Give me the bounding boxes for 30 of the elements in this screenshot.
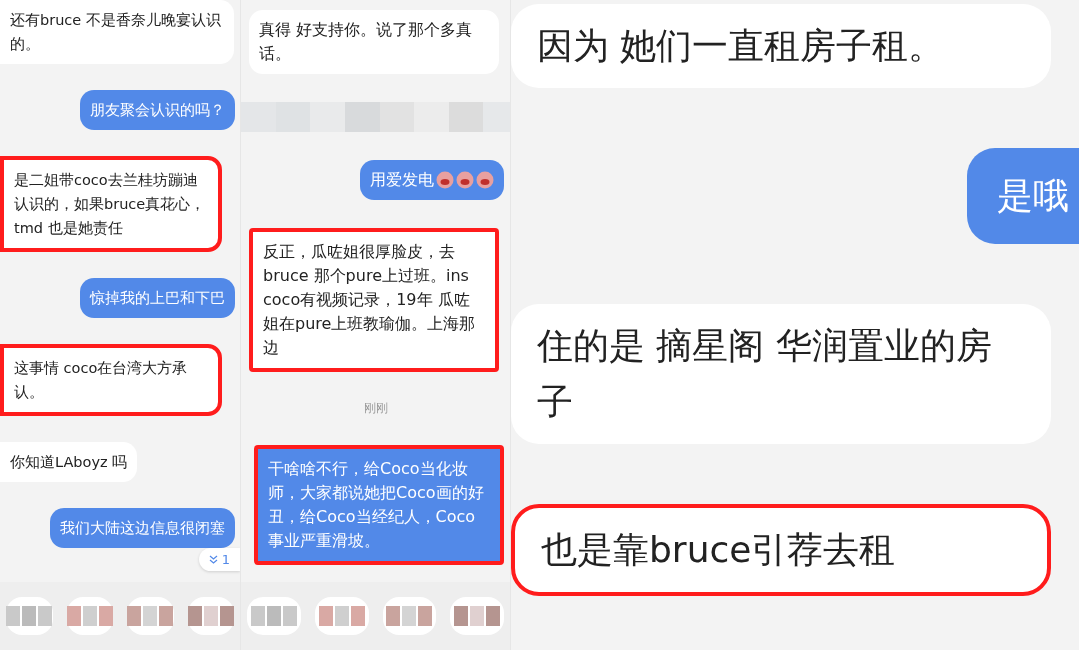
blurred-chip[interactable]: [187, 597, 234, 635]
double-chevron-icon: [208, 555, 218, 564]
highlighted-message-bubble: 干啥啥不行，给Coco当化妆师，大家都说她把Coco画的好丑，给Coco当经纪人，Coco事业严重滑坡。: [254, 445, 504, 565]
highlighted-message-bubble: 也是靠bruce引荐去租: [511, 504, 1051, 596]
blurred-chip[interactable]: [6, 597, 53, 635]
blurred-chip[interactable]: [314, 597, 369, 635]
message-bubble: 因为 她们一直租房子租。: [511, 4, 1051, 88]
message-bubble: 还有bruce 不是香奈儿晚宴认识的。: [0, 0, 234, 64]
emoji-icon: [436, 171, 454, 189]
message-bubble: 用爱发电: [360, 160, 504, 200]
blurred-chip[interactable]: [127, 597, 174, 635]
message-bubble: 是哦: [967, 148, 1079, 244]
blurred-chip[interactable]: [450, 597, 504, 635]
blurred-chip[interactable]: [247, 597, 301, 635]
emoji-icon: [456, 171, 474, 189]
unread-count: 1: [221, 552, 230, 567]
highlighted-message-bubble: 这事情 coco在台湾大方承认。: [0, 344, 222, 416]
blurred-chip[interactable]: [66, 597, 113, 635]
timestamp: 刚刚: [363, 400, 388, 417]
message-bubble: 住的是 摘星阁 华润置业的房子: [511, 304, 1051, 444]
message-bubble: 惊掉我的上巴和下巴: [80, 278, 235, 318]
message-bubble: 朋友聚会认识的吗？: [80, 90, 235, 130]
message-bubble: 真得 好支持你。说了那个多真话。: [249, 10, 499, 74]
highlighted-message-bubble: 反正，瓜咗姐很厚脸皮，去bruce 那个pure上过班。ins coco有视频记录，19年 瓜咗姐在pure上班教瑜伽。上海那边: [249, 228, 499, 372]
unread-badge[interactable]: 1: [198, 548, 240, 571]
blurred-chip[interactable]: [382, 597, 437, 635]
message-bubble: 我们大陆这边信息很闭塞: [50, 508, 235, 548]
highlighted-message-bubble: 是二姐带coco去兰桂坊蹦迪认识的，如果bruce真花心，tmd 也是她责任: [0, 156, 222, 252]
message-bubble: 你知道LAboyz 吗: [0, 442, 138, 482]
emoji-icon: [476, 171, 494, 189]
